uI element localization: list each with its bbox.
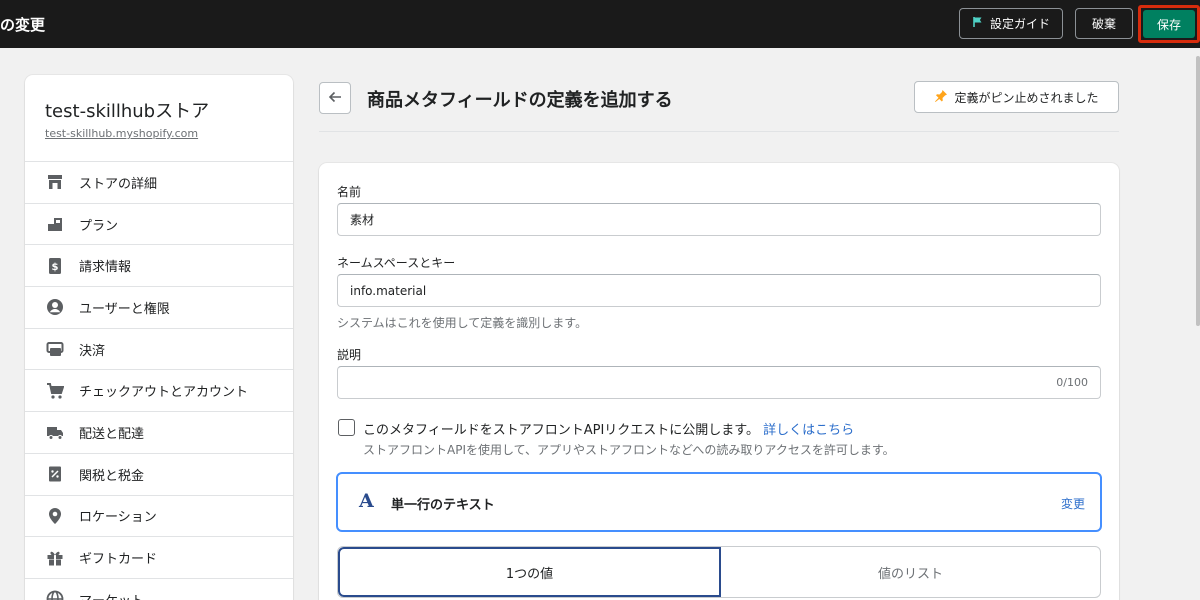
description-label: 説明 (337, 348, 362, 362)
plan-icon (45, 214, 65, 234)
setup-guide-label: 設定ガイド (989, 17, 1050, 31)
sidebar-item-label: 関税と税金 (79, 468, 145, 484)
discard-button[interactable]: 破棄 (1075, 8, 1133, 39)
sidebar-item-label: ギフトカード (79, 552, 158, 568)
svg-text:$: $ (52, 262, 59, 273)
single-value-option[interactable]: 1つの値 (338, 547, 721, 597)
location-icon (45, 506, 65, 526)
settings-nav: ストアの詳細 プラン $ 請求情報 ユーザーと権限 決済 チェックアウトとアカウ… (25, 161, 293, 600)
change-type-link[interactable]: 変更 (1061, 495, 1085, 512)
gift-icon (45, 548, 65, 568)
header-divider (319, 131, 1119, 132)
publish-storefront-text: このメタフィールドをストアフロントAPIリクエストに公開します。 詳しくはこちら (363, 419, 854, 438)
cart-icon (45, 381, 65, 401)
sidebar-item-label: チェックアウトとアカウント (79, 385, 249, 401)
sidebar-item-shipping[interactable]: 配送と配達 (25, 411, 293, 453)
list-of-values-option[interactable]: 値のリスト (721, 547, 1100, 597)
sidebar-item-label: ストアの詳細 (79, 176, 158, 192)
namespace-key-help: システムはこれを使用して定義を識別します。 (337, 316, 588, 330)
user-icon (45, 297, 65, 317)
setup-guide-button[interactable]: 設定ガイド (959, 8, 1063, 39)
sidebar-item-users[interactable]: ユーザーと権限 (25, 286, 293, 328)
publish-storefront-help: ストアフロントAPIを使用して、アプリやストアフロントなどへの読み取りアクセスを… (363, 443, 895, 457)
content-type-selector[interactable]: A 単一行のテキスト 変更 (336, 472, 1102, 532)
top-bar: の変更 設定ガイド 破棄 保存 (0, 0, 1200, 48)
text-type-icon: A (359, 490, 374, 512)
flag-icon (972, 16, 984, 31)
save-label: 保存 (1156, 17, 1181, 32)
sidebar-item-taxes[interactable]: 関税と税金 (25, 452, 293, 495)
description-field[interactable]: 0/100 (337, 366, 1101, 399)
character-counter: 0/100 (1056, 376, 1088, 389)
publish-storefront-checkbox[interactable] (338, 419, 355, 436)
discard-label: 破棄 (1091, 17, 1116, 31)
sidebar-item-label: マーケット (79, 590, 144, 600)
sidebar-item-plan[interactable]: プラン (25, 202, 293, 245)
publish-storefront-label: このメタフィールドをストアフロントAPIリクエストに公開します。 (363, 423, 760, 438)
back-button[interactable] (319, 82, 351, 114)
sidebar-item-store-details[interactable]: ストアの詳細 (25, 161, 293, 203)
sidebar-item-label: 決済 (79, 343, 106, 359)
metafield-definition-form: 名前 素材 ネームスペースとキー info.material システムはこれを使… (319, 163, 1119, 600)
pin-icon (934, 89, 948, 106)
sidebar-item-billing[interactable]: $ 請求情報 (25, 244, 293, 286)
sidebar-item-label: ロケーション (79, 510, 157, 526)
sidebar-item-payments[interactable]: 決済 (25, 327, 293, 370)
globe-icon (45, 589, 65, 600)
page-scrollbar-thumb[interactable] (1196, 56, 1200, 326)
name-label: 名前 (337, 185, 362, 199)
payment-icon (45, 339, 65, 359)
content-type-label: 単一行のテキスト (391, 498, 495, 513)
namespace-key-label: ネームスペースとキー (337, 256, 456, 270)
arrow-left-icon (328, 89, 342, 108)
unsaved-changes-title: の変更 (0, 16, 46, 34)
sidebar-item-label: ユーザーと権限 (79, 301, 170, 317)
value-count-toggle: 1つの値 値のリスト (337, 546, 1101, 598)
save-button[interactable]: 保存 (1143, 10, 1195, 38)
page-title: 商品メタフィールドの定義を追加する (367, 90, 673, 111)
settings-sidebar: test-skillhubストア test-skillhub.myshopify… (25, 75, 293, 600)
store-name: test-skillhubストア (45, 101, 210, 122)
learn-more-link[interactable]: 詳しくはこちら (763, 423, 854, 438)
namespace-key-field[interactable]: info.material (337, 274, 1101, 307)
pin-definition-button[interactable]: 定義がピン止めされました (914, 81, 1119, 113)
tax-icon (45, 464, 65, 484)
billing-icon: $ (45, 256, 65, 276)
truck-icon (45, 422, 65, 442)
sidebar-item-gift-cards[interactable]: ギフトカード (25, 536, 293, 578)
save-button-highlight: 保存 (1138, 5, 1200, 43)
pin-status-label: 定義がピン止めされました (954, 90, 1099, 105)
sidebar-item-label: 請求情報 (79, 260, 132, 276)
sidebar-item-locations[interactable]: ロケーション (25, 494, 293, 537)
sidebar-item-label: 配送と配達 (79, 426, 145, 442)
sidebar-item-checkout[interactable]: チェックアウトとアカウント (25, 369, 293, 411)
sidebar-item-markets[interactable]: マーケット (25, 577, 293, 600)
store-url-link[interactable]: test-skillhub.myshopify.com (45, 127, 198, 140)
store-icon (45, 172, 65, 192)
name-field[interactable]: 素材 (337, 203, 1101, 236)
sidebar-item-label: プラン (79, 218, 119, 234)
